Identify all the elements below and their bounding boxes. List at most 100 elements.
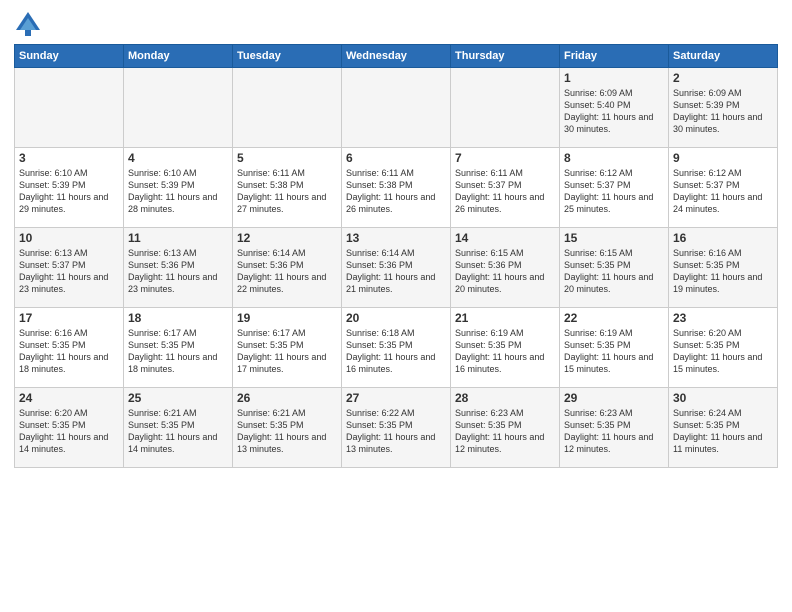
day-info: Sunrise: 6:14 AM Sunset: 5:36 PM Dayligh… (237, 247, 337, 296)
day-number: 20 (346, 311, 446, 325)
day-cell (342, 68, 451, 148)
day-cell: 5Sunrise: 6:11 AM Sunset: 5:38 PM Daylig… (233, 148, 342, 228)
day-cell: 25Sunrise: 6:21 AM Sunset: 5:35 PM Dayli… (124, 388, 233, 468)
day-info: Sunrise: 6:15 AM Sunset: 5:35 PM Dayligh… (564, 247, 664, 296)
day-number: 19 (237, 311, 337, 325)
day-info: Sunrise: 6:11 AM Sunset: 5:37 PM Dayligh… (455, 167, 555, 216)
week-row-2: 3 Sunrise: 6:10 AM Sunset: 5:39 PM Daylig… (15, 148, 778, 228)
col-header-friday: Friday (560, 45, 669, 68)
day-cell: 30 Sunrise: 6:24 AM Sunset: 5:35 PM Dayli… (669, 388, 778, 468)
day-cell (451, 68, 560, 148)
day-cell (124, 68, 233, 148)
day-cell: 26 Sunrise: 6:21 AM Sunset: 5:35 PM Dayli… (233, 388, 342, 468)
day-cell: 16 Sunrise: 6:16 AM Sunset: 5:35 PM Dayli… (669, 228, 778, 308)
day-cell: 6 Sunrise: 6:11 AM Sunset: 5:38 PM Daylig… (342, 148, 451, 228)
day-number: 3 (19, 151, 119, 165)
day-cell: 15 Sunrise: 6:15 AM Sunset: 5:35 PM Dayli… (560, 228, 669, 308)
col-header-monday: Monday (124, 45, 233, 68)
day-info: Sunrise: 6:19 AM Sunset: 5:35 PM Dayligh… (455, 327, 555, 376)
day-cell: 22 Sunrise: 6:19 AM Sunset: 5:35 PM Dayli… (560, 308, 669, 388)
day-number: 29 (564, 391, 664, 405)
day-number: 4 (128, 151, 228, 165)
day-cell: 1 Sunrise: 6:09 AM Sunset: 5:40 PM Daylig… (560, 68, 669, 148)
day-cell: 27 Sunrise: 6:22 AM Sunset: 5:35 PM Dayli… (342, 388, 451, 468)
col-header-thursday: Thursday (451, 45, 560, 68)
day-info: Sunrise: 6:24 AM Sunset: 5:35 PM Dayligh… (673, 407, 773, 456)
day-number: 28 (455, 391, 555, 405)
day-number: 23 (673, 311, 773, 325)
day-info: Sunrise: 6:22 AM Sunset: 5:35 PM Dayligh… (346, 407, 446, 456)
day-cell: 7 Sunrise: 6:11 AM Sunset: 5:37 PM Daylig… (451, 148, 560, 228)
day-number: 6 (346, 151, 446, 165)
day-number: 14 (455, 231, 555, 245)
day-number: 21 (455, 311, 555, 325)
day-info: Sunrise: 6:17 AM Sunset: 5:35 PM Dayligh… (237, 327, 337, 376)
day-info: Sunrise: 6:23 AM Sunset: 5:35 PM Dayligh… (564, 407, 664, 456)
day-number: 5 (237, 151, 337, 165)
day-number: 24 (19, 391, 119, 405)
day-info: Sunrise: 6:10 AM Sunset: 5:39 PM Dayligh… (128, 167, 228, 216)
day-cell: 4 Sunrise: 6:10 AM Sunset: 5:39 PM Daylig… (124, 148, 233, 228)
day-number: 8 (564, 151, 664, 165)
day-info: Sunrise: 6:15 AM Sunset: 5:36 PM Dayligh… (455, 247, 555, 296)
day-info: Sunrise: 6:19 AM Sunset: 5:35 PM Dayligh… (564, 327, 664, 376)
day-info: Sunrise: 6:18 AM Sunset: 5:35 PM Dayligh… (346, 327, 446, 376)
day-cell: 8 Sunrise: 6:12 AM Sunset: 5:37 PM Daylig… (560, 148, 669, 228)
day-number: 30 (673, 391, 773, 405)
day-info: Sunrise: 6:16 AM Sunset: 5:35 PM Dayligh… (673, 247, 773, 296)
week-row-4: 17 Sunrise: 6:16 AM Sunset: 5:35 PM Dayli… (15, 308, 778, 388)
day-info: Sunrise: 6:14 AM Sunset: 5:36 PM Dayligh… (346, 247, 446, 296)
day-number: 22 (564, 311, 664, 325)
day-number: 2 (673, 71, 773, 85)
day-cell (15, 68, 124, 148)
day-number: 11 (128, 231, 228, 245)
day-cell: 3 Sunrise: 6:10 AM Sunset: 5:39 PM Daylig… (15, 148, 124, 228)
day-info: Sunrise: 6:20 AM Sunset: 5:35 PM Dayligh… (19, 407, 119, 456)
day-number: 27 (346, 391, 446, 405)
day-cell: 9Sunrise: 6:12 AM Sunset: 5:37 PM Daylig… (669, 148, 778, 228)
day-number: 15 (564, 231, 664, 245)
week-row-5: 24 Sunrise: 6:20 AM Sunset: 5:35 PM Dayli… (15, 388, 778, 468)
day-number: 25 (128, 391, 228, 405)
day-info: Sunrise: 6:23 AM Sunset: 5:35 PM Dayligh… (455, 407, 555, 456)
day-cell: 28 Sunrise: 6:23 AM Sunset: 5:35 PM Dayli… (451, 388, 560, 468)
day-info: Sunrise: 6:10 AM Sunset: 5:39 PM Dayligh… (19, 167, 119, 216)
day-number: 17 (19, 311, 119, 325)
page: SundayMondayTuesdayWednesdayThursdayFrid… (0, 0, 792, 612)
col-header-wednesday: Wednesday (342, 45, 451, 68)
day-info: Sunrise: 6:16 AM Sunset: 5:35 PM Dayligh… (19, 327, 119, 376)
day-cell: 17 Sunrise: 6:16 AM Sunset: 5:35 PM Dayli… (15, 308, 124, 388)
week-row-3: 10 Sunrise: 6:13 AM Sunset: 5:37 PM Dayli… (15, 228, 778, 308)
day-cell: 12 Sunrise: 6:14 AM Sunset: 5:36 PM Dayli… (233, 228, 342, 308)
col-header-tuesday: Tuesday (233, 45, 342, 68)
day-number: 18 (128, 311, 228, 325)
day-info: Sunrise: 6:09 AM Sunset: 5:39 PM Dayligh… (673, 87, 773, 136)
calendar-table: SundayMondayTuesdayWednesdayThursdayFrid… (14, 44, 778, 468)
day-info: Sunrise: 6:11 AM Sunset: 5:38 PM Dayligh… (346, 167, 446, 216)
day-cell: 21 Sunrise: 6:19 AM Sunset: 5:35 PM Dayli… (451, 308, 560, 388)
day-cell: 11 Sunrise: 6:13 AM Sunset: 5:36 PM Dayli… (124, 228, 233, 308)
day-info: Sunrise: 6:09 AM Sunset: 5:40 PM Dayligh… (564, 87, 664, 136)
day-number: 16 (673, 231, 773, 245)
day-number: 26 (237, 391, 337, 405)
day-cell: 19 Sunrise: 6:17 AM Sunset: 5:35 PM Dayli… (233, 308, 342, 388)
week-row-1: 1 Sunrise: 6:09 AM Sunset: 5:40 PM Daylig… (15, 68, 778, 148)
day-number: 7 (455, 151, 555, 165)
day-number: 9 (673, 151, 773, 165)
logo (14, 10, 46, 38)
day-cell: 14 Sunrise: 6:15 AM Sunset: 5:36 PM Dayli… (451, 228, 560, 308)
day-info: Sunrise: 6:13 AM Sunset: 5:37 PM Dayligh… (19, 247, 119, 296)
day-info: Sunrise: 6:21 AM Sunset: 5:35 PM Dayligh… (237, 407, 337, 456)
day-info: Sunrise: 6:17 AM Sunset: 5:35 PM Dayligh… (128, 327, 228, 376)
day-number: 1 (564, 71, 664, 85)
col-header-saturday: Saturday (669, 45, 778, 68)
day-cell: 20 Sunrise: 6:18 AM Sunset: 5:35 PM Dayli… (342, 308, 451, 388)
day-info: Sunrise: 6:12 AM Sunset: 5:37 PM Dayligh… (564, 167, 664, 216)
day-cell: 23Sunrise: 6:20 AM Sunset: 5:35 PM Dayli… (669, 308, 778, 388)
day-number: 12 (237, 231, 337, 245)
day-cell: 18 Sunrise: 6:17 AM Sunset: 5:35 PM Dayli… (124, 308, 233, 388)
day-number: 13 (346, 231, 446, 245)
day-number: 10 (19, 231, 119, 245)
day-info: Sunrise: 6:13 AM Sunset: 5:36 PM Dayligh… (128, 247, 228, 296)
day-cell: 13 Sunrise: 6:14 AM Sunset: 5:36 PM Dayli… (342, 228, 451, 308)
